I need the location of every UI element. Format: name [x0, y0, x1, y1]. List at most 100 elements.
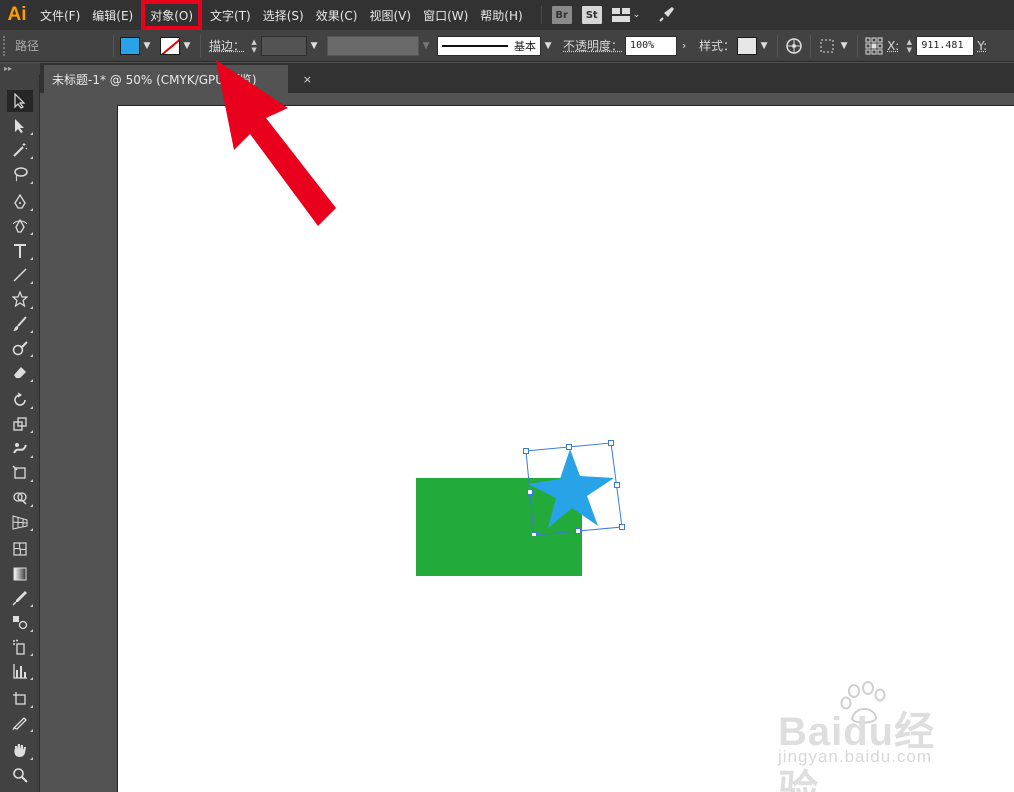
line-segment-tool[interactable] [0, 263, 40, 287]
warp-tool[interactable] [0, 436, 40, 460]
align-selection-icon[interactable] [817, 36, 837, 56]
star-tool[interactable] [0, 287, 40, 311]
lasso-tool[interactable] [0, 162, 40, 186]
type-tool[interactable] [0, 238, 40, 262]
scale-tool-icon [7, 413, 33, 435]
fill-dropdown-icon[interactable]: ▼ [140, 41, 154, 51]
canvas-area[interactable]: Baidu经验 jingyan.baidu.com [41, 93, 1014, 792]
opacity-expand-icon[interactable]: › [677, 39, 691, 52]
document-tab[interactable]: 未标题-1* @ 50% (CMYK/GPU 预览) × [44, 65, 288, 93]
bridge-icon[interactable]: Br [552, 6, 572, 24]
warp-tool-icon [7, 438, 33, 460]
y-label[interactable]: Y: [974, 39, 990, 53]
chevron-down-icon: ⌄ [633, 10, 641, 20]
perspective-grid-tool[interactable] [0, 510, 40, 534]
rotate-tool[interactable] [0, 388, 40, 412]
menu-item-8[interactable]: 帮助(H) [474, 0, 528, 30]
gradient-tool[interactable] [0, 561, 40, 585]
recolor-artwork-icon[interactable] [784, 36, 804, 56]
slice-tool-icon [7, 712, 33, 734]
menu-item-7[interactable]: 窗口(W) [417, 0, 474, 30]
x-field[interactable]: 911.481 [916, 36, 974, 56]
stroke-label[interactable]: 描边： [207, 37, 247, 54]
column-graph-tool[interactable] [0, 659, 40, 683]
align-dropdown-icon[interactable]: ▼ [837, 41, 851, 51]
blend-tool-icon [7, 611, 33, 633]
selected-star-object[interactable] [518, 436, 628, 536]
direct-selection-tool-icon [7, 115, 33, 137]
menu-item-5[interactable]: 效果(C) [310, 0, 364, 30]
pen-tool-icon [7, 191, 33, 213]
workspace-layout-icon[interactable]: ⌄ [612, 8, 641, 22]
hand-tool[interactable] [0, 738, 40, 762]
menu-item-3[interactable]: 文字(T) [204, 0, 257, 30]
artboard-tool[interactable] [0, 686, 40, 710]
tools-panel [0, 75, 40, 792]
watermark-url: jingyan.baidu.com [778, 747, 932, 767]
shaper-tool-icon [7, 337, 33, 359]
artboard[interactable]: Baidu经验 jingyan.baidu.com [117, 105, 1014, 792]
stroke-weight-stepper[interactable]: ▲ ▼ [247, 36, 261, 56]
menu-item-1[interactable]: 编辑(E) [86, 0, 139, 30]
stroke-weight-field[interactable] [261, 36, 307, 56]
symbol-sprayer-tool[interactable] [0, 635, 40, 659]
stroke-swatch[interactable] [160, 37, 180, 55]
curvature-tool[interactable] [0, 214, 40, 238]
direct-selection-tool[interactable] [0, 113, 40, 137]
star-tool-icon [7, 288, 33, 310]
panel-collapse-icon[interactable]: ▸▸ [0, 63, 40, 75]
shape-builder-tool[interactable] [0, 485, 40, 509]
eyedropper-tool-icon [7, 587, 33, 609]
brush-definition[interactable]: 基本 [437, 36, 541, 56]
menu-item-2[interactable]: 对象(O) [141, 0, 202, 30]
column-graph-tool-icon [7, 660, 33, 682]
scale-tool[interactable] [0, 412, 40, 436]
magic-wand-tool-icon [7, 139, 33, 161]
free-transform-tool-icon [7, 462, 33, 484]
stock-icon[interactable]: St [582, 6, 602, 24]
opacity-field[interactable]: 100% [625, 36, 677, 56]
app-logo: Ai [0, 0, 34, 30]
tools-panel-grip[interactable] [0, 75, 39, 89]
profile-dropdown-icon[interactable]: ▼ [419, 41, 433, 51]
eraser-tool[interactable] [0, 360, 40, 384]
selection-tool-icon [7, 90, 33, 112]
eraser-tool-icon [7, 361, 33, 383]
paintbrush-tool[interactable] [0, 312, 40, 336]
brush-definition-label: 基本 [514, 38, 536, 54]
divider [777, 35, 778, 57]
stroke-dropdown-icon[interactable]: ▼ [180, 41, 194, 51]
rocket-icon[interactable] [658, 5, 676, 26]
eyedropper-tool[interactable] [0, 586, 40, 610]
blend-tool[interactable] [0, 610, 40, 634]
menu-item-0[interactable]: 文件(F) [34, 0, 86, 30]
zoom-tool-icon [7, 764, 33, 786]
x-label[interactable]: X: [884, 39, 902, 53]
variable-width-profile[interactable] [327, 36, 419, 56]
slice-tool[interactable] [0, 711, 40, 735]
pen-tool[interactable] [0, 190, 40, 214]
magic-wand-tool[interactable] [0, 138, 40, 162]
mesh-tool[interactable] [0, 537, 40, 561]
free-transform-tool[interactable] [0, 461, 40, 485]
opacity-label[interactable]: 不透明度： [561, 37, 625, 54]
menu-item-4[interactable]: 选择(S) [257, 0, 310, 30]
x-stepper[interactable]: ▲ ▼ [902, 36, 916, 56]
brush-dropdown-icon[interactable]: ▼ [541, 41, 555, 51]
graphic-style-swatch[interactable] [737, 37, 757, 55]
stroke-weight-dropdown-icon[interactable]: ▼ [307, 41, 321, 51]
fill-swatch[interactable] [120, 37, 140, 55]
style-dropdown-icon[interactable]: ▼ [757, 41, 771, 51]
hand-tool-icon [7, 739, 33, 761]
watermark-text: Baidu经验 [778, 699, 970, 792]
close-icon[interactable]: × [303, 73, 312, 86]
shaper-tool[interactable] [0, 336, 40, 360]
menu-bar: Ai 文件(F) 编辑(E) 对象(O) 文字(T) 选择(S) 效果(C) 视图(V) 窗口… [0, 0, 1014, 30]
reference-point-icon[interactable] [864, 36, 884, 56]
menubar-divider [541, 6, 542, 24]
symbol-sprayer-tool-icon [7, 636, 33, 658]
menu-item-6[interactable]: 视图(V) [363, 0, 417, 30]
selection-tool[interactable] [0, 89, 40, 113]
perspective-grid-tool-icon [7, 511, 33, 533]
zoom-tool[interactable] [0, 763, 40, 787]
